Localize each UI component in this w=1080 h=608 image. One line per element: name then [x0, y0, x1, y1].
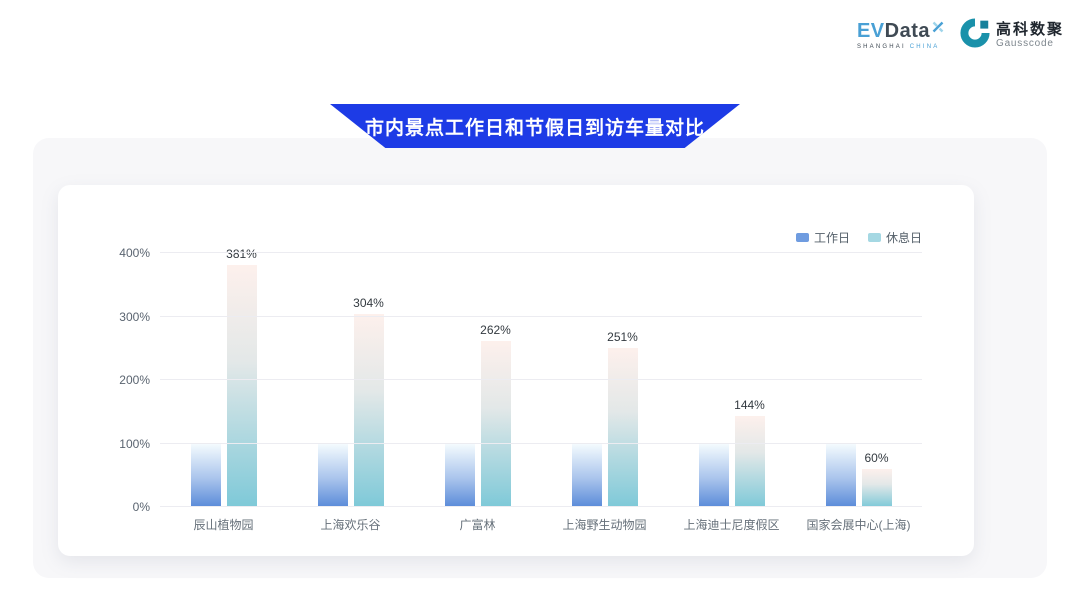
x-axis-labels: 辰山植物园上海欢乐谷广富林上海野生动物园上海迪士尼度假区国家会展中心(上海)	[160, 507, 922, 533]
evdata-subtext-china: CHINA	[910, 44, 940, 50]
bar-restday	[227, 265, 257, 507]
category-label: 上海野生动物园	[541, 507, 668, 533]
bar-restday	[608, 348, 638, 507]
legend-swatch	[868, 233, 881, 242]
gridline	[160, 316, 922, 317]
y-axis-label: 0%	[133, 500, 150, 514]
bar-restday	[481, 341, 511, 507]
gridline	[160, 379, 922, 380]
bar-wrap: 251%	[608, 253, 638, 507]
bar-value-label: 251%	[607, 330, 638, 344]
title-banner: 市内景点工作日和节假日到访车量对比	[330, 104, 740, 148]
category-label: 上海欢乐谷	[287, 507, 414, 533]
evdata-logo-subtext: SHANGHAI CHINA	[857, 44, 944, 50]
legend-label: 工作日	[814, 229, 850, 246]
chart-card: 工作日 休息日 381% 304% 262% 251% 144% 60% 0% 100% 200…	[58, 185, 974, 556]
legend-swatch	[796, 233, 809, 242]
bar-workday	[191, 444, 221, 508]
y-axis-label: 200%	[119, 373, 150, 387]
evdata-logo: EVData SHANGHAI CHINA	[857, 21, 944, 50]
category-label: 国家会展中心(上海)	[795, 507, 922, 533]
bar-restday	[354, 314, 384, 507]
bar-value-label: 381%	[226, 247, 257, 261]
gridline	[160, 443, 922, 444]
header-logos: EVData SHANGHAI CHINA	[857, 18, 1064, 53]
bar-value-label: 60%	[864, 451, 888, 465]
bar-wrap: 60%	[862, 253, 892, 507]
y-axis-label: 400%	[119, 246, 150, 260]
category-label: 辰山植物园	[160, 507, 287, 533]
evdata-x-icon	[932, 17, 944, 37]
category-label: 广富林	[414, 507, 541, 533]
bar-group: 251%	[541, 253, 668, 507]
bar-wrap	[445, 253, 475, 507]
y-axis-label: 100%	[119, 437, 150, 451]
plot-area: 工作日休息日 381%304%262%251%144%60% 0%100%200…	[160, 253, 922, 507]
bar-wrap	[318, 253, 348, 507]
bar-workday	[445, 444, 475, 508]
content-panel: 工作日 休息日 381% 304% 262% 251% 144% 60% 0% 100% 200…	[33, 138, 1047, 578]
category-label: 上海迪士尼度假区	[668, 507, 795, 533]
bar-restday	[735, 416, 765, 507]
bar-restday	[862, 469, 892, 507]
bar-group: 262%	[414, 253, 541, 507]
bar-group: 304%	[287, 253, 414, 507]
bar-group: 60%	[795, 253, 922, 507]
evdata-subtext-shanghai: SHANGHAI	[857, 44, 906, 50]
bar-wrap: 381%	[227, 253, 257, 507]
bar-value-label: 144%	[734, 398, 765, 412]
bar-wrap	[191, 253, 221, 507]
bar-wrap: 144%	[735, 253, 765, 507]
bar-wrap	[699, 253, 729, 507]
chart-legend: 工作日 休息日	[796, 229, 922, 246]
bar-wrap	[572, 253, 602, 507]
legend-item-restday[interactable]: 休息日	[868, 229, 922, 246]
page-background: EVData SHANGHAI CHINA	[0, 0, 1080, 608]
bar-group: 144%	[668, 253, 795, 507]
gausscode-name-en: Gausscode	[996, 38, 1064, 50]
bar-workday	[826, 444, 856, 508]
bar-wrap: 304%	[354, 253, 384, 507]
gausscode-g-icon	[960, 18, 990, 53]
bar-workday	[318, 444, 348, 508]
bars-row: 381% 304% 262% 251% 144% 60%	[160, 253, 922, 507]
gausscode-logo: 高科数聚 Gausscode	[960, 18, 1064, 53]
evdata-logo-data: Data	[885, 21, 930, 41]
legend-label: 休息日	[886, 229, 922, 246]
bar-value-label: 304%	[353, 296, 384, 310]
y-axis-label: 300%	[119, 310, 150, 324]
legend-item-workday[interactable]: 工作日	[796, 229, 850, 246]
evdata-logo-ev: EV	[857, 21, 885, 41]
page-title: 市内景点工作日和节假日到访车量对比	[365, 113, 705, 140]
bar-wrap: 262%	[481, 253, 511, 507]
bar-group: 381%	[160, 253, 287, 507]
gridline	[160, 252, 922, 253]
bar-workday	[572, 444, 602, 508]
gausscode-name-cn: 高科数聚	[996, 21, 1064, 38]
bar-workday	[699, 444, 729, 508]
bar-wrap	[826, 253, 856, 507]
bar-value-label: 262%	[480, 323, 511, 337]
